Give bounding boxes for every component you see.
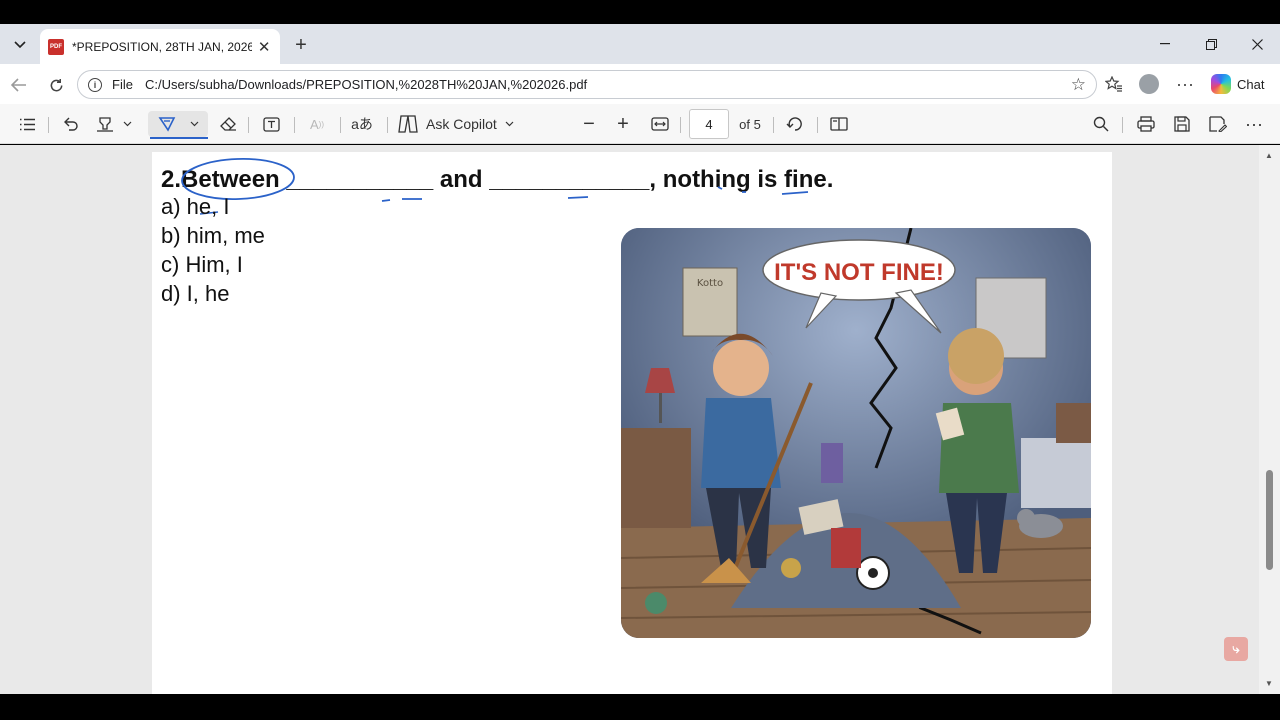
star-icon[interactable]: ☆ xyxy=(1071,75,1086,95)
close-icon[interactable]: ✕ xyxy=(256,38,272,56)
contents-icon[interactable] xyxy=(16,111,38,137)
separator xyxy=(48,117,49,133)
poster-text: Kotto xyxy=(697,278,723,289)
print-icon[interactable] xyxy=(1135,111,1157,137)
save-as-icon[interactable] xyxy=(1207,111,1229,137)
more-icon[interactable]: ··· xyxy=(1174,72,1196,96)
tab-list-icon[interactable] xyxy=(6,32,34,58)
reload-icon[interactable] xyxy=(43,72,69,98)
favorites-icon[interactable] xyxy=(1103,72,1125,96)
read-aloud-icon[interactable]: A)) xyxy=(306,111,328,137)
option-b: b) him, me xyxy=(161,223,265,248)
eraser-icon[interactable] xyxy=(217,111,239,137)
ink-annotations xyxy=(181,158,809,215)
separator xyxy=(817,117,818,133)
zoom-in-icon[interactable]: + xyxy=(612,111,634,137)
separator xyxy=(294,117,295,133)
file-label: File xyxy=(112,77,133,92)
save-icon[interactable] xyxy=(1171,111,1193,137)
pdf-toolbar: A)) aあ Ask Copilot − + 4 of 5 ··· xyxy=(0,104,1280,144)
draw-active-indicator xyxy=(150,137,208,139)
tab-strip: PDF *PREPOSITION, 28TH JAN, 2026.pdf ✕ + xyxy=(0,24,1280,64)
separator xyxy=(773,117,774,133)
active-tab[interactable]: PDF *PREPOSITION, 28TH JAN, 2026.pdf ✕ xyxy=(40,29,280,64)
address-bar: i File C:/Users/subha/Downloads/PREPOSIT… xyxy=(0,64,1280,104)
zoom-out-icon[interactable]: − xyxy=(578,111,600,137)
page-number-input[interactable]: 4 xyxy=(689,109,729,139)
back-icon[interactable] xyxy=(6,72,32,98)
close-window-icon[interactable] xyxy=(1242,32,1272,56)
chat-button[interactable]: Chat xyxy=(1207,70,1273,98)
tab-title: *PREPOSITION, 28TH JAN, 2026.pdf xyxy=(72,39,253,54)
ask-copilot-button[interactable]: Ask Copilot xyxy=(398,111,518,137)
scroll-down-icon[interactable]: ▼ xyxy=(1265,679,1273,688)
bottom-black-bar xyxy=(0,694,1280,720)
cartoon-illustration: Kotto IT'S NOT FINE! xyxy=(621,228,1091,638)
speech-text: IT'S NOT FINE! xyxy=(774,259,944,286)
info-icon[interactable]: i xyxy=(88,77,102,92)
restore-icon[interactable] xyxy=(1196,32,1226,56)
separator xyxy=(1122,117,1123,133)
pdf-page: 2.Between ___________ and ____________, … xyxy=(152,152,1112,697)
chat-label: Chat xyxy=(1237,76,1265,92)
pdf-viewer: 2.Between ___________ and ____________, … xyxy=(0,145,1280,697)
separator xyxy=(387,117,388,133)
scroll-thumb[interactable] xyxy=(1266,470,1273,570)
highlight-options-icon[interactable] xyxy=(120,111,134,137)
page-total: of 5 xyxy=(739,116,761,132)
copilot-logo-icon xyxy=(1211,74,1231,94)
url-text[interactable]: C:/Users/subha/Downloads/PREPOSITION,%20… xyxy=(145,77,587,92)
draw-tool-button[interactable] xyxy=(148,111,208,137)
profile-avatar[interactable] xyxy=(1138,72,1160,96)
minimize-icon[interactable] xyxy=(1150,32,1180,56)
separator xyxy=(248,117,249,133)
more-options-icon[interactable]: ··· xyxy=(1243,111,1265,137)
undo-icon[interactable] xyxy=(60,111,82,137)
top-black-bar xyxy=(0,0,1280,24)
pdf-icon: PDF xyxy=(48,38,64,55)
text-icon[interactable] xyxy=(260,111,282,137)
option-d: d) I, he xyxy=(161,281,230,306)
search-icon[interactable] xyxy=(1090,111,1112,137)
plus-icon[interactable]: + xyxy=(288,32,314,58)
draw-icon xyxy=(158,116,199,132)
option-c: c) Him, I xyxy=(161,252,243,277)
separator xyxy=(340,117,341,133)
rotate-icon[interactable] xyxy=(784,111,806,137)
url-field[interactable]: i File C:/Users/subha/Downloads/PREPOSIT… xyxy=(77,70,1097,99)
highlight-icon[interactable] xyxy=(94,111,116,137)
fit-width-icon[interactable] xyxy=(648,111,672,137)
separator xyxy=(680,117,681,133)
copilot-icon xyxy=(398,115,418,133)
translate-icon[interactable]: aあ xyxy=(351,111,373,137)
vertical-scrollbar[interactable]: ▲ ▼ xyxy=(1259,145,1280,694)
scroll-up-icon[interactable]: ▲ xyxy=(1265,151,1273,160)
acrobat-icon[interactable]: ⤷ xyxy=(1224,637,1248,661)
ask-copilot-label: Ask Copilot xyxy=(426,116,497,132)
option-a: a) he, I xyxy=(161,194,230,219)
page-view-icon[interactable] xyxy=(828,111,850,137)
